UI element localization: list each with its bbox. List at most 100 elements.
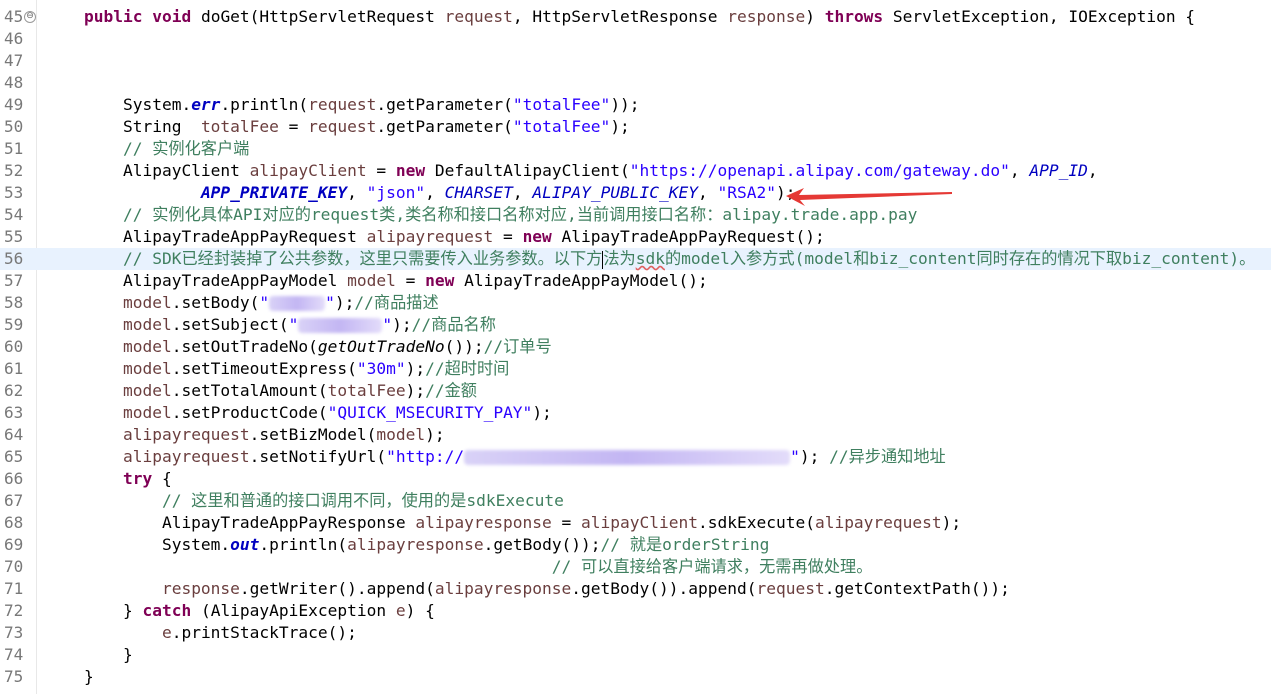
code-token: model	[122, 359, 172, 378]
code-token: // 这里和普通的接口调用不同，使用的是sdkExecute	[45, 491, 564, 510]
code-line[interactable]: 45 ⊖ public void doGet(HttpServletRequest…	[0, 6, 1271, 28]
code-token: model	[122, 315, 172, 334]
line-number: 47	[4, 51, 24, 70]
code-text: AlipayTradeAppPayModel model = new Alipa…	[45, 270, 708, 292]
code-line[interactable]: 47	[0, 50, 1271, 72]
code-token: alipayresponse	[347, 535, 484, 554]
code-token: ());	[444, 337, 484, 356]
code-token: request	[308, 117, 377, 136]
code-token: out	[230, 535, 260, 554]
code-line[interactable]: 66 try {	[0, 468, 1271, 490]
code-line[interactable]: 54 // 实例化具体API对应的request类,类名称和接口名称对应,当前调…	[0, 204, 1271, 226]
code-text: model.setTimeoutExpress("30m");//超时时间	[45, 358, 509, 380]
code-token: // 可以直接给客户端请求，无需再做处理。	[45, 557, 873, 576]
code-token: ,	[698, 183, 718, 202]
code-token: );	[941, 513, 962, 532]
code-text: APP_PRIVATE_KEY, "json", CHARSET, ALIPAY…	[45, 182, 796, 204]
code-token: "totalFee"	[512, 95, 611, 114]
code-token: alipayrequest	[122, 447, 250, 466]
code-text: AlipayTradeAppPayResponse alipayresponse…	[45, 512, 961, 534]
code-line[interactable]: 55 AlipayTradeAppPayRequest alipayreques…	[0, 226, 1271, 248]
code-line[interactable]: 53 APP_PRIVATE_KEY, "json", CHARSET, ALI…	[0, 182, 1271, 204]
line-number: 63	[4, 403, 24, 422]
code-editor[interactable]: 45 ⊖ public void doGet(HttpServletRequest…	[0, 0, 1271, 694]
code-token: DefaultAlipayClient(	[425, 161, 630, 180]
line-number: 58	[4, 293, 24, 312]
code-token: "30m"	[356, 359, 406, 378]
code-token: .sdkExecute(	[698, 513, 815, 532]
code-token: );	[799, 447, 830, 466]
code-line[interactable]: 71 response.getWriter().append(alipayres…	[0, 578, 1271, 600]
code-token: throws	[824, 7, 884, 26]
code-token: );	[532, 403, 552, 422]
line-number: 68	[4, 513, 24, 532]
code-line[interactable]: 63 model.setProductCode("QUICK_MSECURITY…	[0, 402, 1271, 424]
code-line[interactable]: 70 // 可以直接给客户端请求，无需再做处理。	[0, 556, 1271, 578]
code-text: try {	[45, 468, 172, 490]
code-line[interactable]: 65 alipayrequest.setNotifyUrl("http:// ")…	[0, 446, 1271, 468]
code-line[interactable]: 46	[0, 28, 1271, 50]
code-line[interactable]: 62 model.setTotalAmount(totalFee);//金额	[0, 380, 1271, 402]
code-token: .getParameter(	[376, 117, 513, 136]
code-text: System.out.println(alipayresponse.getBod…	[45, 534, 769, 556]
code-text: model.setOutTradeNo(getOutTradeNo());//订…	[45, 336, 552, 358]
code-line[interactable]: 49 System.err.println(request.getParamet…	[0, 94, 1271, 116]
line-number: 59	[4, 315, 24, 334]
code-token: ServletException, IOException {	[883, 7, 1196, 26]
code-line[interactable]: 48	[0, 72, 1271, 94]
code-text: }	[45, 644, 133, 666]
code-token: )	[805, 7, 825, 26]
code-text: String totalFee = request.getParameter("…	[45, 116, 630, 138]
code-line[interactable]: 60 model.setOutTradeNo(getOutTradeNo());…	[0, 336, 1271, 358]
code-text: model.setProductCode("QUICK_MSECURITY_PA…	[45, 402, 552, 424]
code-line[interactable]: 57 AlipayTradeAppPayModel model = new Al…	[0, 270, 1271, 292]
code-text: response.getWriter().append(alipayrespon…	[45, 578, 1010, 600]
fold-toggle-icon[interactable]: ⊖	[24, 11, 36, 23]
code-line[interactable]: 58 model.setBody(" ");//商品描述	[0, 292, 1271, 314]
line-number: 62	[4, 381, 24, 400]
code-token: }	[45, 601, 143, 620]
code-text: }	[45, 666, 94, 688]
code-line[interactable]: 52 AlipayClient alipayClient = new Defau…	[0, 160, 1271, 182]
code-token: ALIPAY_PUBLIC_KEY	[532, 183, 699, 202]
code-token: }	[45, 645, 133, 664]
code-token: .setTotalAmount(	[171, 381, 328, 400]
code-line[interactable]: 59 model.setSubject(" ");//商品名称	[0, 314, 1271, 336]
code-token: alipayClient	[249, 161, 367, 180]
code-token: AlipayTradeAppPayResponse	[45, 513, 416, 532]
code-token: alipayClient	[581, 513, 698, 532]
code-token: APP_ID	[1029, 161, 1088, 180]
code-line[interactable]: 73 e.printStackTrace();	[0, 622, 1271, 644]
code-token: "QUICK_MSECURITY_PAY"	[327, 403, 533, 422]
code-token: totalFee	[200, 117, 279, 136]
code-line[interactable]: 50 String totalFee = request.getParamete…	[0, 116, 1271, 138]
code-line[interactable]: 75 }	[0, 666, 1271, 688]
code-line[interactable]: 56 // SDK已经封装掉了公共参数，这里只需要传入业务参数。以下方法为sdk…	[0, 248, 1271, 270]
code-token: model	[376, 425, 426, 444]
code-line[interactable]: 69 System.out.println(alipayresponse.get…	[0, 534, 1271, 556]
line-number: 57	[4, 271, 24, 290]
code-token: //商品名称	[411, 315, 496, 334]
code-line[interactable]: 64 alipayrequest.setBizModel(model);	[0, 424, 1271, 446]
code-token: new	[522, 227, 552, 246]
code-line[interactable]: 51 // 实例化客户端	[0, 138, 1271, 160]
code-token: alipayrequest	[814, 513, 942, 532]
code-line[interactable]: 72 } catch (AlipayApiException e) {	[0, 600, 1271, 622]
code-token: ,	[425, 183, 445, 202]
code-token: model	[122, 337, 172, 356]
code-token: new	[425, 271, 455, 290]
code-token: .printStackTrace();	[171, 623, 357, 642]
code-token: AlipayTradeAppPayRequest	[45, 227, 367, 246]
code-token: request	[308, 95, 377, 114]
code-line[interactable]: 61 model.setTimeoutExpress("30m");//超时时间	[0, 358, 1271, 380]
code-line[interactable]: 74 }	[0, 644, 1271, 666]
line-number: 60	[4, 337, 24, 356]
code-line[interactable]: 68 AlipayTradeAppPayResponse alipayrespo…	[0, 512, 1271, 534]
code-line[interactable]: 67 // 这里和普通的接口调用不同，使用的是sdkExecute	[0, 490, 1271, 512]
